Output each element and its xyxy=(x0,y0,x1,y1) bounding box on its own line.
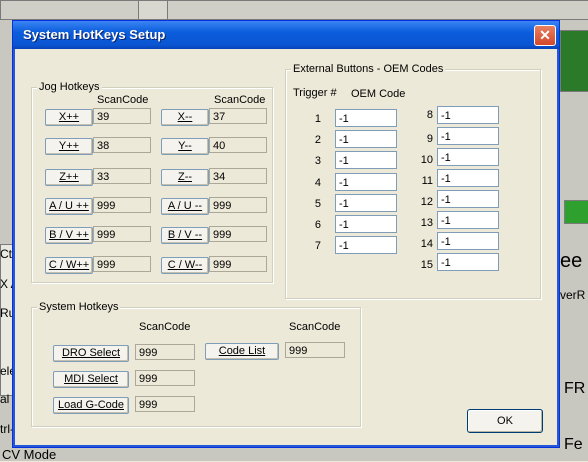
trigger-3-number: 3 xyxy=(314,155,321,167)
trigger-header: Trigger # xyxy=(293,87,337,99)
trigger-8-number: 8 xyxy=(426,109,433,121)
mdi-select-button[interactable]: MDI Select xyxy=(53,371,129,388)
jog-a-plus-button[interactable]: A / U ++ xyxy=(45,198,93,215)
bg-right-label-2: verR xyxy=(560,288,586,302)
bg-right-label-4: Fe xyxy=(564,436,583,453)
jog-scancode-header-right: ScanCode xyxy=(214,94,266,106)
jog-z-minus-scancode: 34 xyxy=(209,168,267,184)
trigger-4-oem-input[interactable]: -1 xyxy=(335,173,397,191)
dro-select-button[interactable]: DRO Select xyxy=(53,345,129,362)
trigger-10-oem-input[interactable]: -1 xyxy=(437,148,499,166)
trigger-11-number: 11 xyxy=(421,175,433,187)
trigger-9-number: 9 xyxy=(426,133,433,145)
jog-hotkeys-legend: Jog Hotkeys xyxy=(37,81,102,93)
jog-a-minus-scancode: 999 xyxy=(209,197,267,213)
trigger-13-oem-input[interactable]: -1 xyxy=(437,211,499,229)
system-scancode-header-left: ScanCode xyxy=(139,321,191,333)
jog-z-plus-button[interactable]: Z++ xyxy=(45,169,93,186)
hotkeys-dialog: System HotKeys Setup ✕ Jog Hotkeys ScanC… xyxy=(12,20,560,448)
jog-z-plus-scancode: 33 xyxy=(93,168,151,184)
jog-c-minus-button[interactable]: C / W-- xyxy=(161,257,209,274)
trigger-9-oem-input[interactable]: -1 xyxy=(437,127,499,145)
oem-code-header: OEM Code xyxy=(351,88,406,100)
jog-x-plus-scancode: 39 xyxy=(93,108,151,124)
trigger-13-number: 13 xyxy=(420,217,433,229)
system-hotkeys-legend: System Hotkeys xyxy=(37,301,121,313)
trigger-1-number: 1 xyxy=(314,113,321,125)
code-list-button[interactable]: Code List xyxy=(205,343,279,360)
jog-x-minus-scancode: 37 xyxy=(209,108,267,124)
title-bar[interactable]: System HotKeys Setup ✕ xyxy=(13,21,559,49)
mdi-select-scancode: 999 xyxy=(135,370,195,386)
trigger-15-oem-input[interactable]: -1 xyxy=(437,253,499,271)
external-buttons-legend: External Buttons - OEM Codes xyxy=(291,63,446,75)
trigger-7-number: 7 xyxy=(314,240,321,252)
jog-b-plus-scancode: 999 xyxy=(93,226,151,242)
jog-a-minus-button[interactable]: A / U -- xyxy=(161,198,209,215)
jog-y-plus-scancode: 38 xyxy=(93,137,151,153)
trigger-12-number: 12 xyxy=(420,196,433,208)
trigger-11-oem-input[interactable]: -1 xyxy=(437,169,499,187)
trigger-5-number: 5 xyxy=(314,198,321,210)
trigger-8-oem-input[interactable]: -1 xyxy=(437,106,499,124)
code-list-scancode: 999 xyxy=(285,342,345,358)
trigger-2-oem-input[interactable]: -1 xyxy=(335,130,397,148)
bg-green-button xyxy=(564,200,588,224)
jog-a-plus-scancode: 999 xyxy=(93,197,151,213)
trigger-2-number: 2 xyxy=(314,134,321,146)
dialog-title: System HotKeys Setup xyxy=(23,27,166,42)
trigger-14-number: 14 xyxy=(420,238,433,250)
jog-c-plus-scancode: 999 xyxy=(93,256,151,272)
jog-y-minus-scancode: 40 xyxy=(209,137,267,153)
load-gcode-scancode: 999 xyxy=(135,396,195,412)
trigger-10-number: 10 xyxy=(420,154,433,166)
jog-z-minus-button[interactable]: Z-- xyxy=(161,169,209,186)
external-buttons-group xyxy=(285,69,541,299)
system-scancode-header-right: ScanCode xyxy=(289,321,341,333)
jog-scancode-header-left: ScanCode xyxy=(97,94,149,106)
jog-x-minus-button[interactable]: X-- xyxy=(161,109,209,126)
close-button[interactable]: ✕ xyxy=(534,25,556,46)
jog-b-minus-scancode: 999 xyxy=(209,226,267,242)
bg-right-label-3: FR xyxy=(564,380,586,397)
jog-c-plus-button[interactable]: C / W++ xyxy=(45,257,93,274)
jog-x-plus-button[interactable]: X++ xyxy=(45,109,93,126)
jog-y-plus-button[interactable]: Y++ xyxy=(45,138,93,155)
bg-top-strip xyxy=(0,0,588,20)
jog-y-minus-button[interactable]: Y-- xyxy=(161,138,209,155)
load-gcode-button[interactable]: Load G-Code xyxy=(53,397,129,414)
jog-b-minus-button[interactable]: B / V -- xyxy=(161,227,209,244)
bg-right-label-1: ee xyxy=(560,250,583,272)
trigger-6-oem-input[interactable]: -1 xyxy=(335,215,397,233)
bg-green-panel xyxy=(560,30,588,92)
trigger-1-oem-input[interactable]: -1 xyxy=(335,109,397,127)
trigger-14-oem-input[interactable]: -1 xyxy=(437,232,499,250)
trigger-6-number: 6 xyxy=(314,219,321,231)
ok-button[interactable]: OK xyxy=(467,409,543,433)
trigger-3-oem-input[interactable]: -1 xyxy=(335,151,397,169)
bg-top-button xyxy=(138,0,168,20)
trigger-15-number: 15 xyxy=(420,259,433,271)
trigger-4-number: 4 xyxy=(314,177,321,189)
bg-cv-mode-label: CV Mode xyxy=(2,447,57,462)
jog-b-plus-button[interactable]: B / V ++ xyxy=(45,227,93,244)
dro-select-scancode: 999 xyxy=(135,344,195,360)
trigger-7-oem-input[interactable]: -1 xyxy=(335,236,397,254)
trigger-5-oem-input[interactable]: -1 xyxy=(335,194,397,212)
trigger-12-oem-input[interactable]: -1 xyxy=(437,190,499,208)
jog-c-minus-scancode: 999 xyxy=(209,256,267,272)
